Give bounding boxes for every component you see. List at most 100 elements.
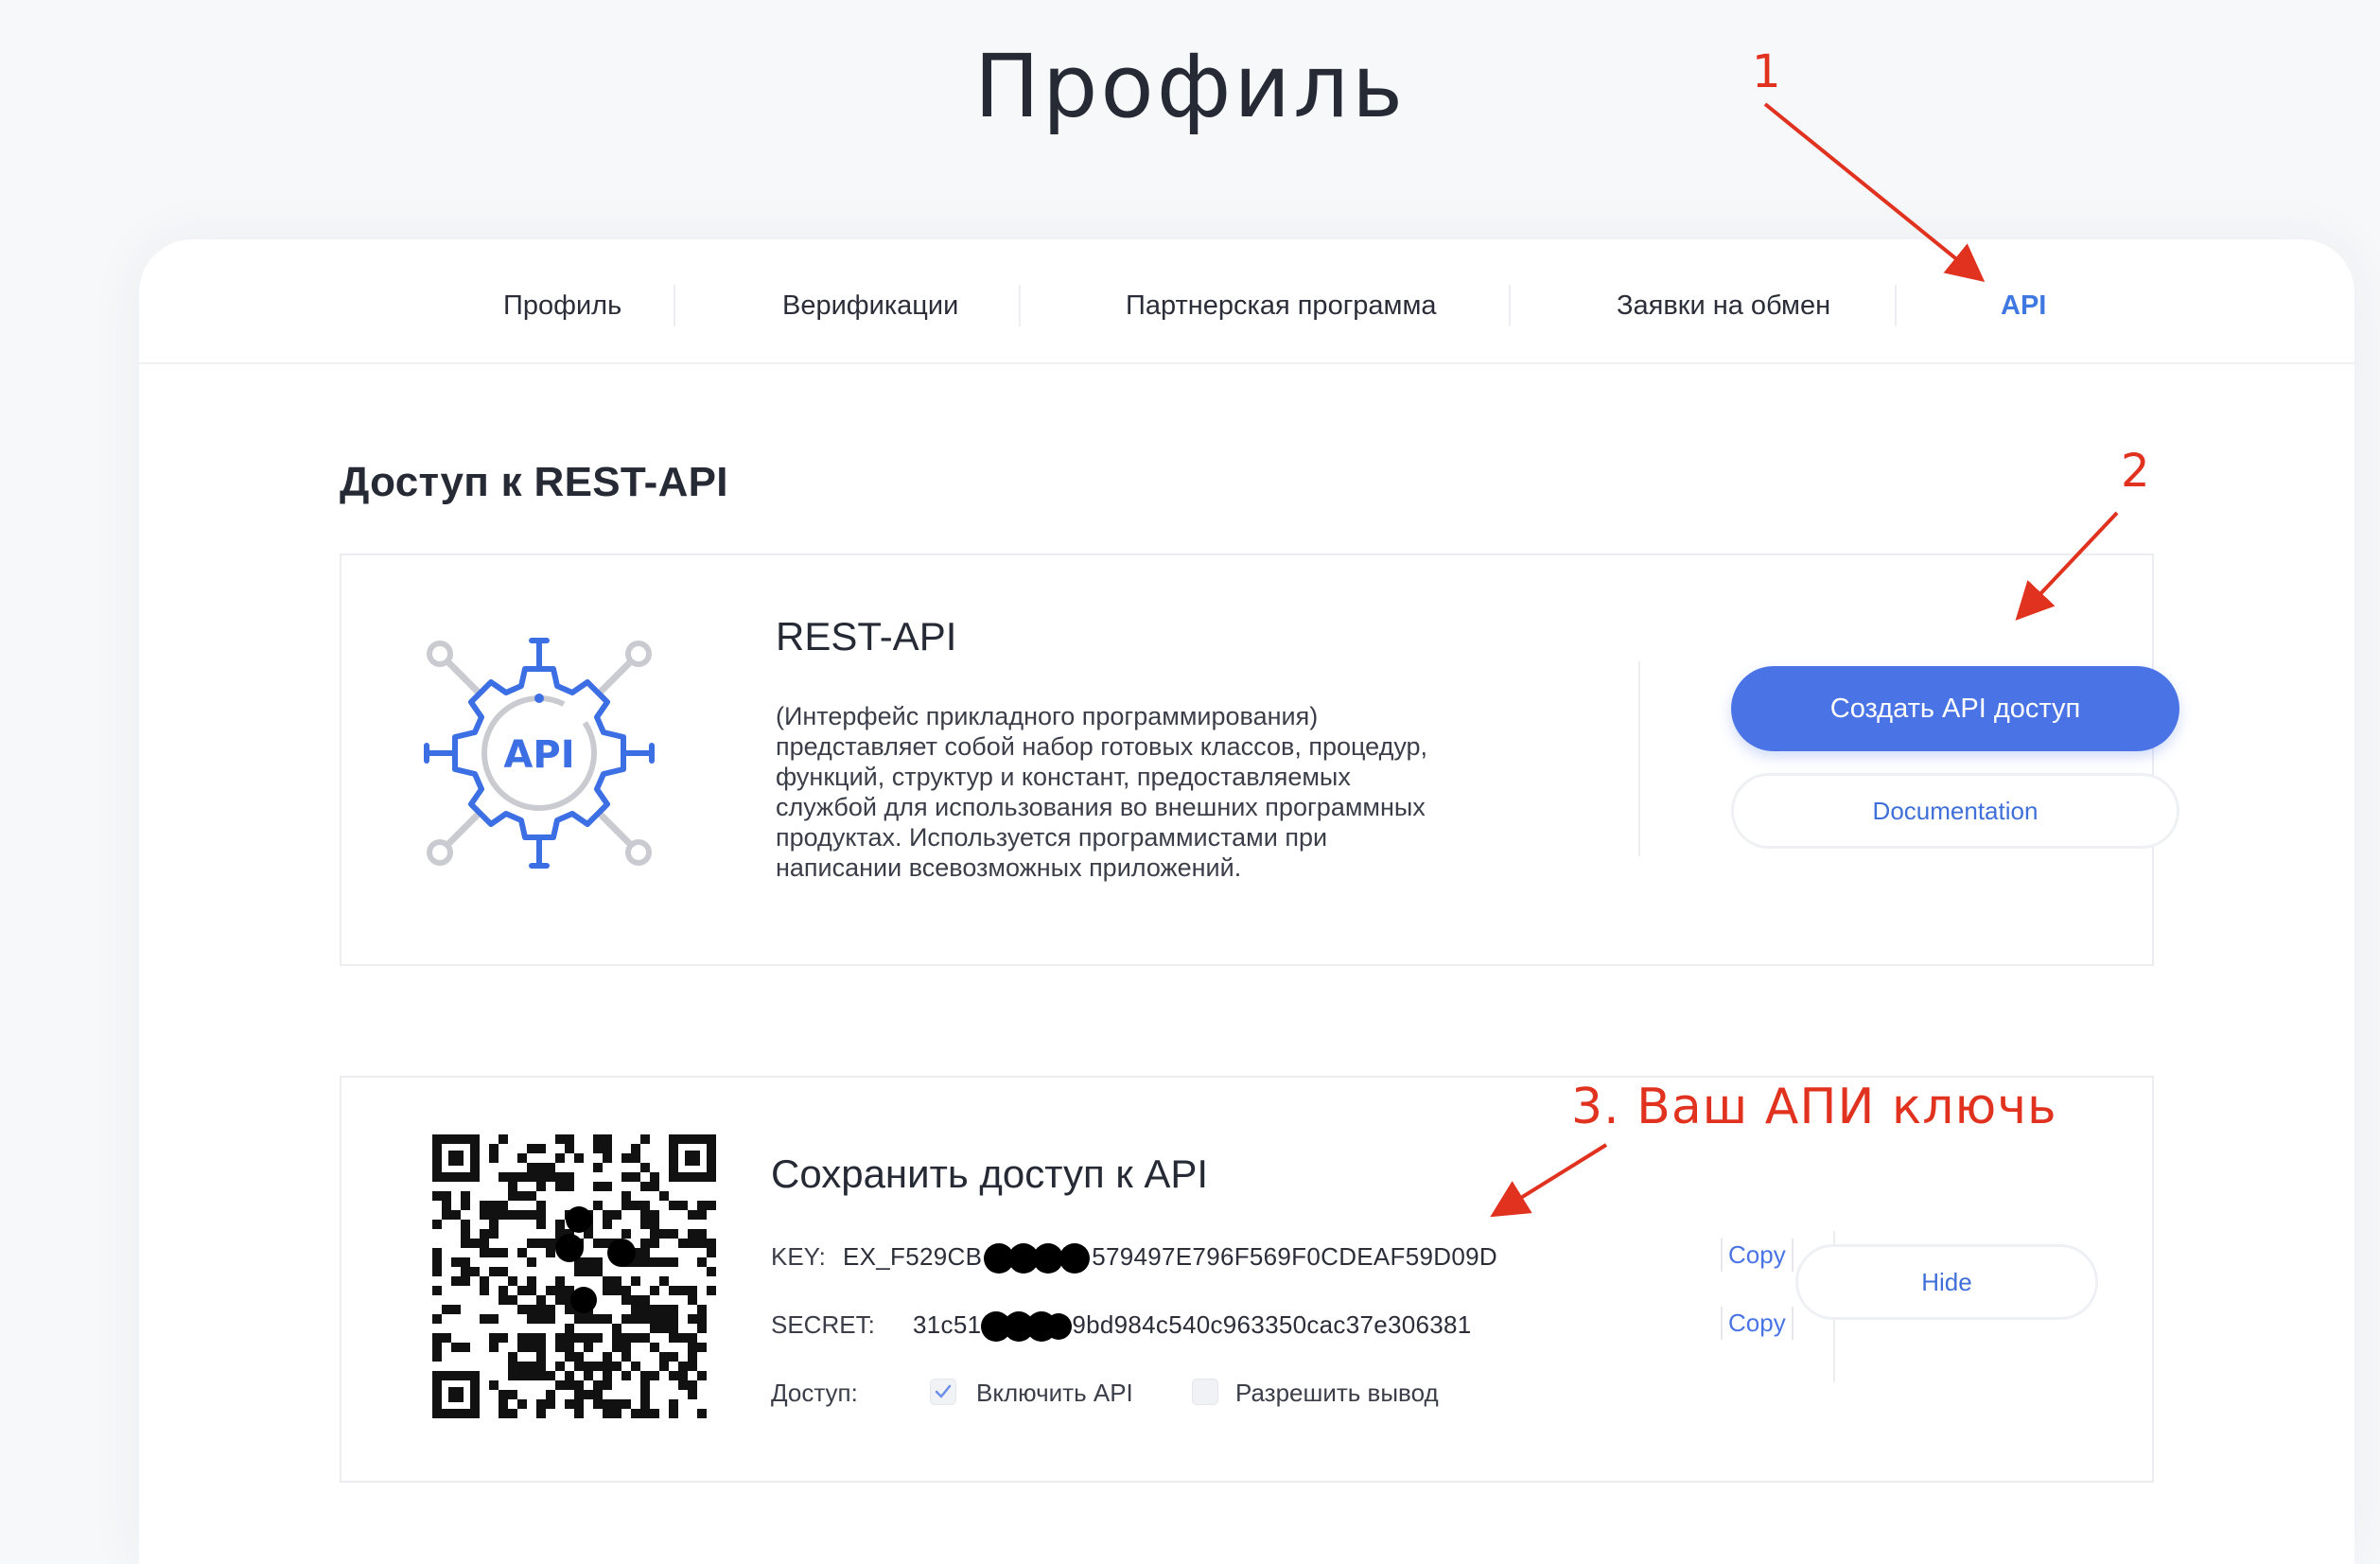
qr-module bbox=[650, 1409, 659, 1418]
qr-module bbox=[659, 1352, 669, 1362]
redaction-mark bbox=[984, 1243, 1091, 1274]
qr-module bbox=[593, 1399, 603, 1409]
qr-module bbox=[669, 1399, 678, 1409]
qr-code-icon bbox=[432, 1134, 716, 1418]
qr-module bbox=[603, 1371, 612, 1380]
copy-secret-link[interactable]: Copy bbox=[1721, 1307, 1794, 1340]
qr-module bbox=[527, 1286, 536, 1295]
qr-module bbox=[536, 1163, 546, 1172]
qr-module bbox=[489, 1314, 499, 1324]
tab-profile[interactable]: Профиль bbox=[503, 277, 621, 334]
qr-module bbox=[536, 1352, 546, 1362]
qr-module bbox=[669, 1257, 678, 1267]
qr-module bbox=[584, 1390, 593, 1399]
qr-module bbox=[489, 1144, 499, 1153]
qr-module bbox=[489, 1153, 499, 1163]
qr-module bbox=[536, 1362, 546, 1371]
annotation-step-1: 1 bbox=[1752, 45, 1781, 98]
rest-api-panel: API REST-API (Интерфейс прикладного прог… bbox=[340, 554, 2179, 966]
qr-module bbox=[489, 1248, 499, 1257]
qr-module bbox=[432, 1257, 442, 1267]
qr-module bbox=[688, 1352, 697, 1362]
hide-button[interactable]: Hide bbox=[1795, 1244, 2098, 1320]
qr-module bbox=[584, 1257, 593, 1267]
api-secret-suffix: 9bd984c540c963350cac37e306381 bbox=[1072, 1310, 1472, 1339]
qr-module bbox=[461, 1257, 470, 1267]
qr-module bbox=[612, 1409, 621, 1418]
qr-module bbox=[669, 1333, 678, 1343]
qr-module bbox=[451, 1276, 461, 1286]
qr-module bbox=[697, 1257, 707, 1267]
qr-module bbox=[517, 1305, 527, 1314]
qr-module bbox=[508, 1276, 517, 1286]
qr-module bbox=[527, 1333, 536, 1343]
qr-module bbox=[650, 1239, 659, 1248]
qr-module bbox=[546, 1305, 555, 1314]
qr-module bbox=[517, 1333, 527, 1343]
qr-module bbox=[536, 1201, 546, 1210]
qr-module bbox=[603, 1153, 612, 1163]
qr-module bbox=[499, 1399, 508, 1409]
qr-module bbox=[480, 1248, 489, 1257]
secret-label: SECRET: bbox=[771, 1310, 875, 1339]
page-title: Профиль bbox=[973, 36, 1407, 137]
qr-module bbox=[536, 1305, 546, 1314]
qr-module bbox=[678, 1286, 688, 1295]
qr-module bbox=[517, 1371, 527, 1380]
qr-module bbox=[480, 1239, 489, 1248]
qr-module bbox=[499, 1286, 508, 1295]
qr-module bbox=[603, 1144, 612, 1153]
qr-module bbox=[527, 1257, 536, 1267]
qr-module bbox=[707, 1286, 716, 1295]
qr-module bbox=[565, 1182, 574, 1191]
save-access-title: Сохранить доступ к API bbox=[771, 1151, 1209, 1196]
qr-module bbox=[546, 1286, 555, 1295]
qr-module bbox=[640, 1163, 650, 1172]
qr-module bbox=[574, 1362, 584, 1371]
qr-module bbox=[593, 1144, 603, 1153]
qr-module bbox=[631, 1305, 640, 1314]
qr-module bbox=[442, 1201, 451, 1210]
qr-module bbox=[565, 1324, 574, 1333]
enable-api-checkbox[interactable] bbox=[930, 1379, 956, 1405]
qr-module bbox=[697, 1229, 707, 1239]
qr-module bbox=[640, 1390, 650, 1399]
qr-module bbox=[574, 1399, 584, 1409]
qr-module bbox=[603, 1182, 612, 1191]
qr-module bbox=[508, 1182, 517, 1191]
qr-module bbox=[461, 1239, 470, 1248]
qr-module bbox=[442, 1210, 451, 1220]
qr-module bbox=[603, 1286, 612, 1295]
tab-verifications[interactable]: Верификации bbox=[782, 277, 958, 334]
qr-module bbox=[612, 1333, 621, 1343]
qr-module bbox=[621, 1352, 631, 1362]
qr-module bbox=[650, 1286, 659, 1295]
qr-module bbox=[499, 1172, 508, 1182]
qr-module bbox=[536, 1144, 546, 1153]
qr-module bbox=[697, 1239, 707, 1248]
qr-module bbox=[669, 1324, 678, 1333]
qr-module bbox=[631, 1333, 640, 1343]
qr-module bbox=[584, 1362, 593, 1371]
qr-module bbox=[565, 1380, 574, 1390]
rest-api-description: (Интерфейс прикладного программирования)… bbox=[776, 702, 1428, 882]
qr-module bbox=[631, 1295, 640, 1305]
tab-api[interactable]: API bbox=[2001, 277, 2046, 334]
qr-module bbox=[517, 1343, 527, 1352]
allow-withdraw-checkbox[interactable] bbox=[1192, 1379, 1218, 1405]
qr-module bbox=[470, 1267, 480, 1276]
qr-module bbox=[451, 1257, 461, 1267]
qr-module bbox=[650, 1314, 659, 1324]
qr-module bbox=[574, 1390, 584, 1399]
qr-module bbox=[546, 1314, 555, 1324]
documentation-button[interactable]: Documentation bbox=[1731, 773, 2179, 849]
copy-key-link[interactable]: Copy bbox=[1721, 1239, 1794, 1272]
tab-partner-program[interactable]: Партнерская программа bbox=[1126, 277, 1437, 334]
qr-module bbox=[593, 1267, 603, 1276]
create-api-access-button[interactable]: Создать API доступ bbox=[1731, 666, 2179, 751]
qr-module bbox=[574, 1409, 584, 1418]
qr-module bbox=[688, 1362, 697, 1371]
qr-module bbox=[688, 1343, 697, 1352]
qr-module bbox=[593, 1333, 603, 1343]
tab-exchange-requests[interactable]: Заявки на обмен bbox=[1617, 277, 1830, 334]
